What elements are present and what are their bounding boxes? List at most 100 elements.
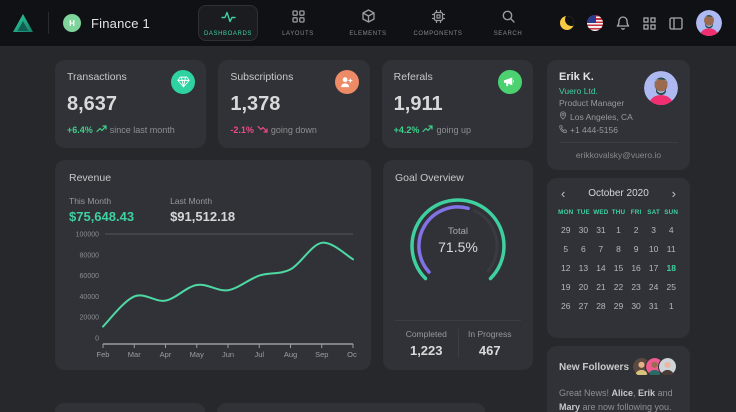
calendar-day[interactable]: 24 (645, 282, 663, 292)
calendar-day[interactable]: 8 (610, 244, 628, 254)
last-month-block: Last Month $91,512.18 (170, 196, 235, 224)
stat-value: 8,637 (67, 93, 194, 116)
cpu-icon (432, 10, 445, 28)
user-avatar[interactable] (696, 10, 722, 36)
calendar-day[interactable]: 20 (575, 282, 593, 292)
apps-grid-icon[interactable] (643, 17, 656, 30)
goal-gauge: Total 71.5% (398, 188, 518, 296)
profile-avatar[interactable] (644, 71, 678, 105)
calendar-day[interactable]: 29 (557, 225, 575, 235)
calendar-day[interactable]: 25 (662, 282, 680, 292)
calendar-day[interactable]: 7 (592, 244, 610, 254)
calendar-day[interactable]: 6 (575, 244, 593, 254)
grid-icon (292, 10, 305, 28)
trend-up-icon (96, 125, 107, 135)
tab-dashboards[interactable]: DASHBOARDS (198, 5, 258, 41)
calendar-weekday: TUE (575, 209, 593, 216)
navbar: H Finance 1 DASHBOARDS LAYOUTS EL (0, 0, 736, 46)
calendar-weekday: MON (557, 209, 575, 216)
stat-trend: +6.4% since last month (67, 125, 194, 135)
last-month-value: $91,512.18 (170, 209, 235, 224)
dark-mode-toggle-moon-icon[interactable] (560, 16, 574, 30)
svg-text:0: 0 (95, 336, 99, 343)
stat-value: 1,911 (394, 93, 521, 116)
calendar-day[interactable]: 30 (627, 301, 645, 311)
calendar-day[interactable]: 1 (662, 301, 680, 311)
calendar-day[interactable]: 18 (662, 263, 680, 273)
calendar-day[interactable]: 29 (610, 301, 628, 311)
profile-role: Product Manager (559, 98, 644, 108)
profile-phone: +1 444-5156 (559, 125, 644, 135)
svg-text:80000: 80000 (80, 252, 100, 259)
divider (48, 12, 49, 34)
calendar-prev-icon[interactable]: ‹ (559, 189, 567, 199)
megaphone-icon (498, 70, 522, 94)
gem-icon (171, 70, 195, 94)
calendar-day[interactable]: 14 (592, 263, 610, 273)
tab-components[interactable]: COMPONENTS (408, 5, 468, 41)
follower-avatars (632, 357, 678, 377)
calendar-day[interactable]: 19 (557, 282, 575, 292)
calendar-day[interactable]: 2 (627, 225, 645, 235)
calendar-day[interactable]: 10 (645, 244, 663, 254)
calendar-day[interactable]: 30 (575, 225, 593, 235)
svg-text:Jun: Jun (222, 350, 234, 359)
calendar-day[interactable]: 17 (645, 263, 663, 273)
calendar-day[interactable]: 23 (627, 282, 645, 292)
this-month-value: $75,648.43 (69, 209, 134, 224)
calendar-day[interactable]: 28 (592, 301, 610, 311)
calendar-day[interactable]: 16 (627, 263, 645, 273)
calendar-day[interactable]: 12 (557, 263, 575, 273)
partial-card (55, 403, 205, 412)
this-month-block: This Month $75,648.43 (69, 196, 134, 224)
calendar-day[interactable]: 27 (575, 301, 593, 311)
stat-subtext: going down (271, 125, 317, 135)
calendar-weekday: THU (610, 209, 628, 216)
calendar-day[interactable]: 26 (557, 301, 575, 311)
gauge-percent: 71.5% (398, 239, 518, 255)
tab-label: DASHBOARDS (204, 31, 252, 37)
profile-card: Erik K. Vuero Ltd. Product Manager Los A… (547, 60, 690, 170)
calendar-day[interactable]: 13 (575, 263, 593, 273)
gauge-center: Total 71.5% (398, 226, 518, 255)
calendar-day[interactable]: 9 (627, 244, 645, 254)
cube-icon (362, 9, 375, 28)
main-nav-tabs: DASHBOARDS LAYOUTS ELEMENTS (198, 0, 538, 46)
follower-avatar[interactable] (658, 357, 678, 377)
calendar-day[interactable]: 3 (645, 225, 663, 235)
tab-layouts[interactable]: LAYOUTS (268, 5, 328, 41)
project-badge[interactable]: H (63, 14, 81, 32)
vuero-logo-icon[interactable] (12, 13, 34, 33)
calendar-day[interactable]: 1 (610, 225, 628, 235)
inprogress-stat: In Progress 467 (458, 329, 522, 358)
trend-up-icon (422, 125, 433, 135)
search-icon (502, 10, 515, 28)
partial-card (217, 403, 485, 412)
profile-email[interactable]: erikkovalsky@vuero.io (559, 142, 678, 160)
calendar-day[interactable]: 21 (592, 282, 610, 292)
svg-text:Apr: Apr (160, 350, 172, 359)
language-flag-us-icon[interactable] (587, 15, 603, 31)
calendar-weekday: SUN (662, 209, 680, 216)
calendar-day[interactable]: 31 (592, 225, 610, 235)
tab-label: ELEMENTS (349, 31, 386, 37)
tab-search[interactable]: SEARCH (478, 5, 538, 41)
referals-card: Referals 1,911 +4.2% going up (382, 60, 533, 148)
notifications-bell-icon[interactable] (616, 16, 630, 31)
revenue-card: Revenue This Month $75,648.43 Last Month… (55, 160, 371, 370)
calendar-day[interactable]: 31 (645, 301, 663, 311)
calendar-day[interactable]: 5 (557, 244, 575, 254)
calendar-weekdays: MONTUEWEDTHUFRISATSUN (557, 209, 680, 216)
calendar-next-icon[interactable]: › (670, 189, 678, 199)
calendar-day[interactable]: 4 (662, 225, 680, 235)
calendar-day[interactable]: 15 (610, 263, 628, 273)
calendar-weekday: WED (592, 209, 610, 216)
sidebar-panel-icon[interactable] (669, 17, 683, 30)
calendar-day[interactable]: 11 (662, 244, 680, 254)
svg-text:Aug: Aug (284, 350, 297, 359)
profile-name: Erik K. (559, 71, 644, 83)
tab-elements[interactable]: ELEMENTS (338, 5, 398, 41)
stat-subtext: since last month (110, 125, 175, 135)
calendar-day[interactable]: 22 (610, 282, 628, 292)
profile-company[interactable]: Vuero Ltd. (559, 86, 644, 96)
